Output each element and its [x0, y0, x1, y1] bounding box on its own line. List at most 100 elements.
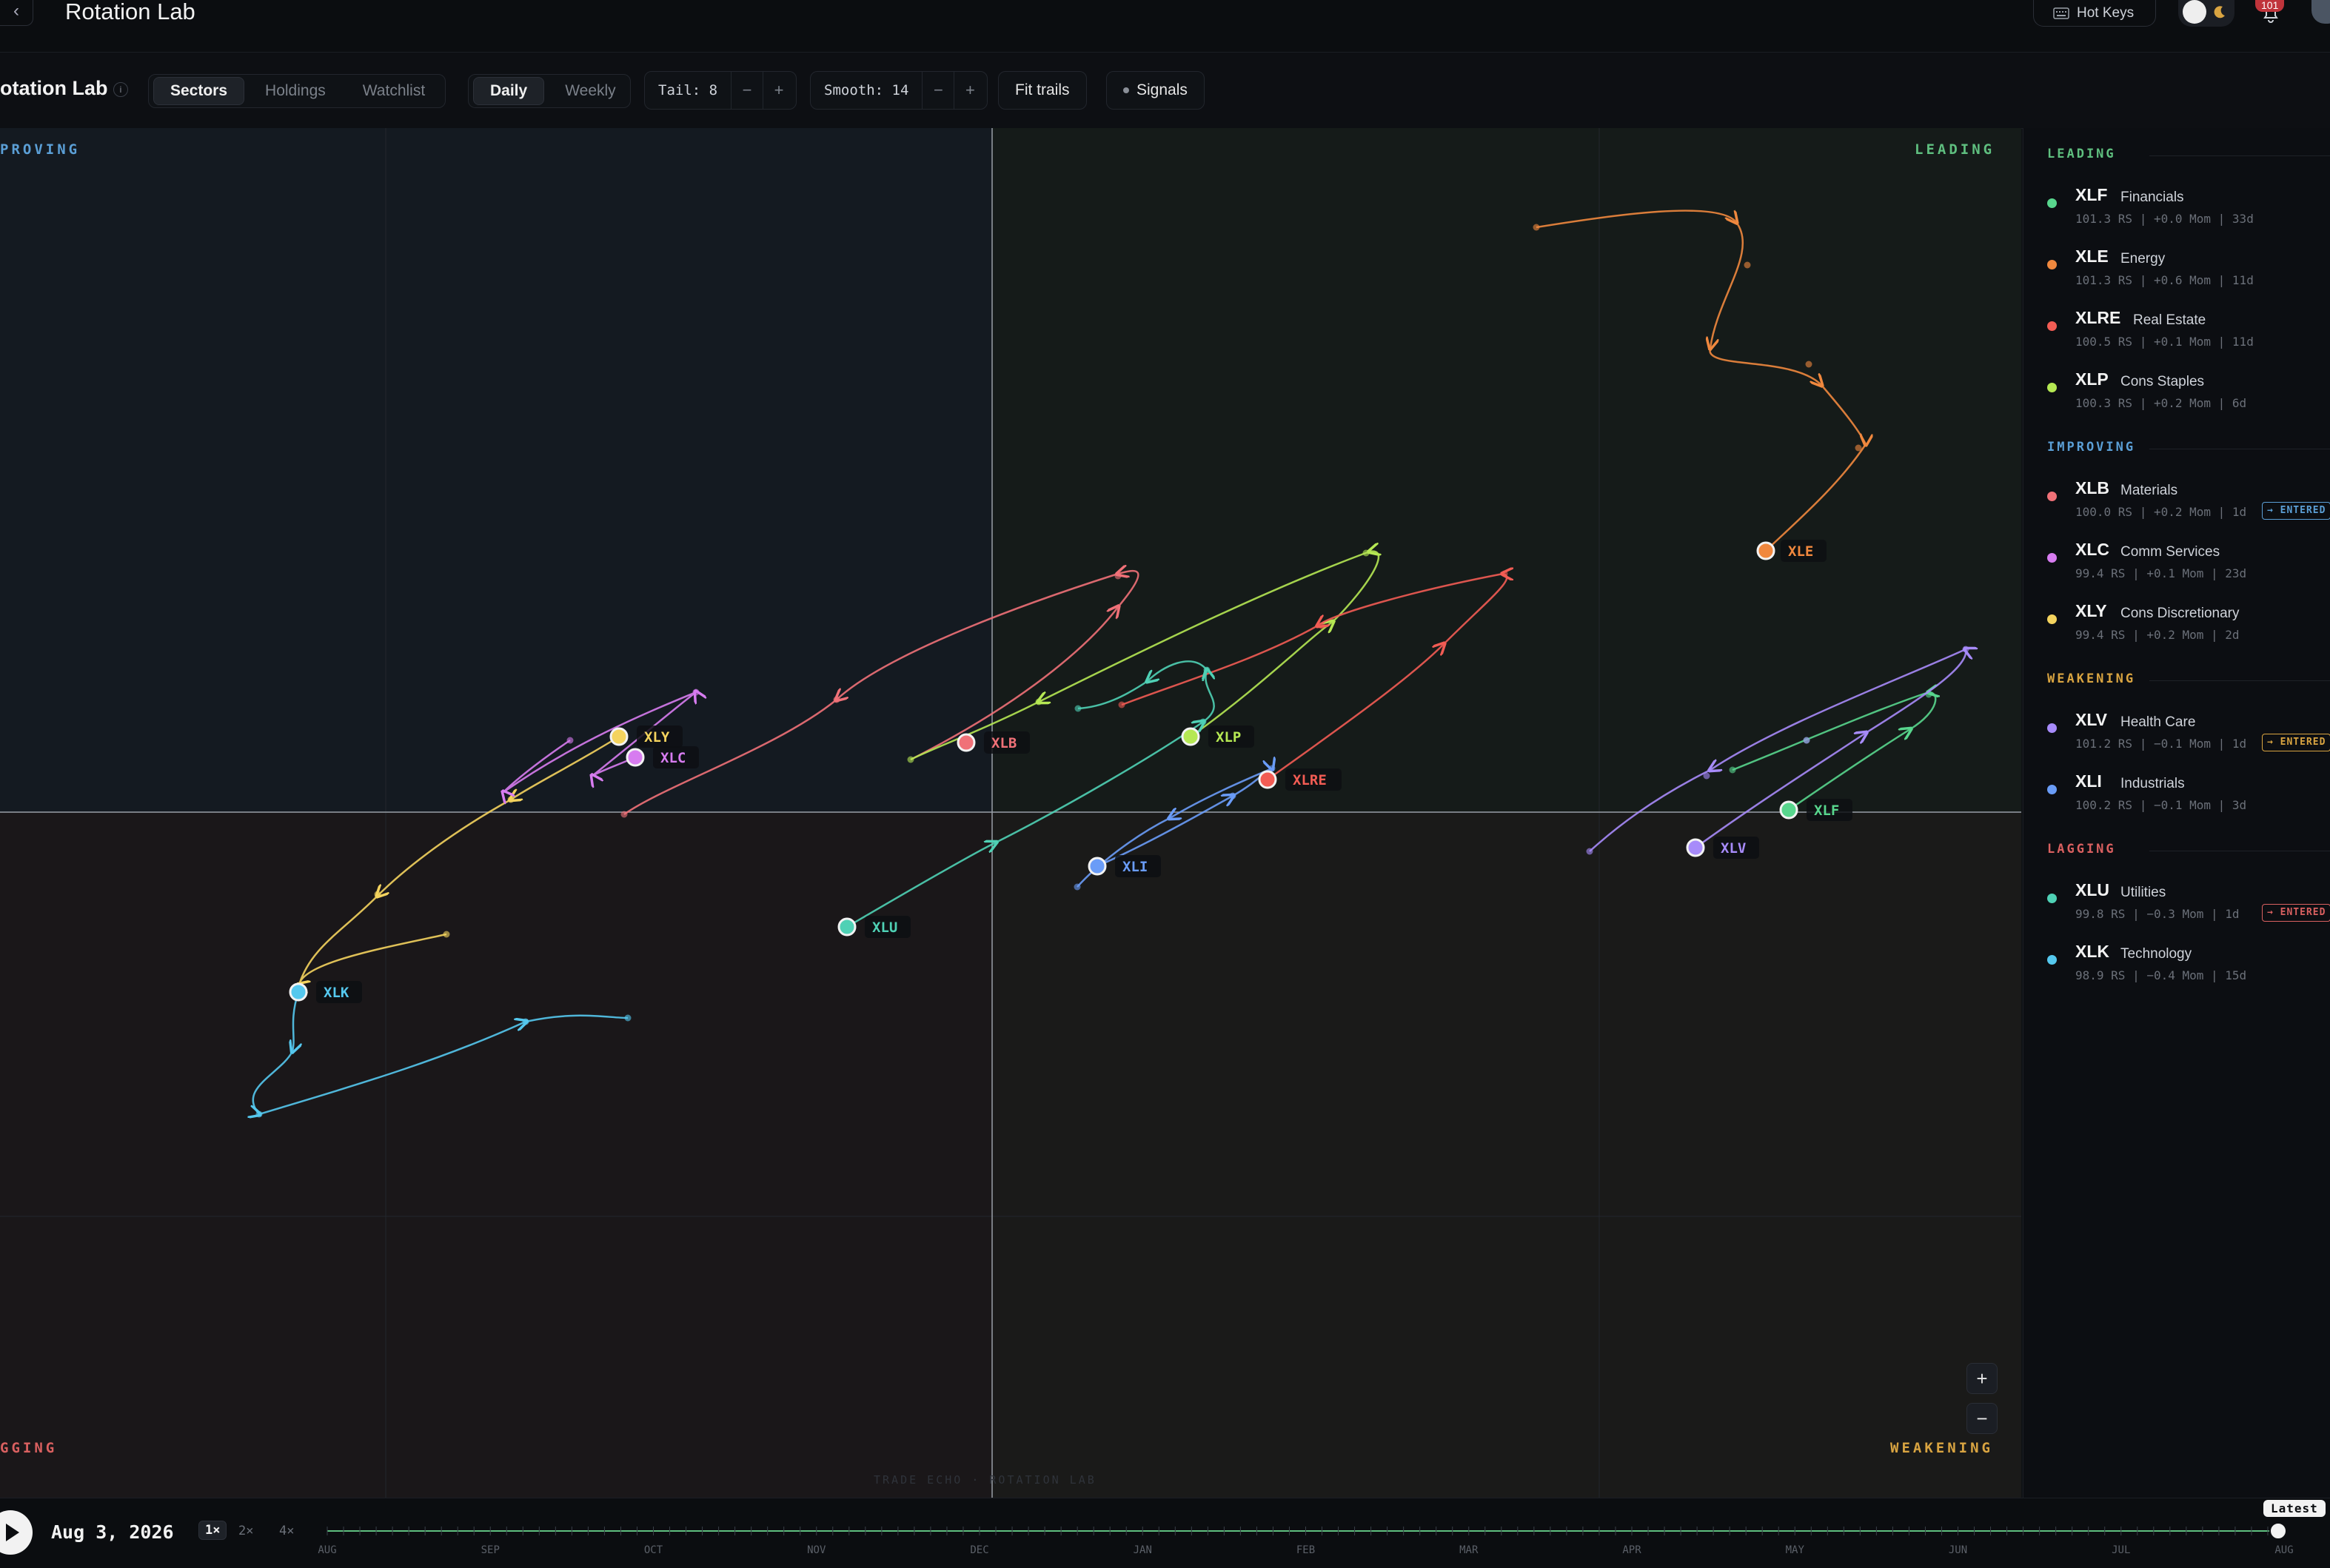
info-icon[interactable]: i [113, 82, 128, 97]
tab-holdings[interactable]: Holdings [249, 78, 342, 104]
trail-point [1501, 570, 1508, 577]
head-xli[interactable]: XLI [1088, 855, 1161, 877]
head-marker[interactable] [1756, 541, 1775, 560]
sector-row-xlre[interactable]: XLRE Real Estate 100.5 RS | +0.1 Mom | 11d [2047, 301, 2330, 352]
head-xlv[interactable]: XLV [1686, 837, 1759, 859]
timeline-handle[interactable] [2269, 1522, 2287, 1540]
sector-color-dot [2047, 955, 2057, 965]
sector-row-xlp[interactable]: XLP Cons Staples 100.3 RS | +0.2 Mom | 6d [2047, 362, 2330, 414]
interval-weekly[interactable]: Weekly [549, 78, 632, 104]
head-xly[interactable]: XLY [609, 726, 683, 748]
trail-point [507, 796, 515, 803]
smooth-increment-button[interactable]: + [954, 72, 985, 109]
head-marker[interactable] [1258, 770, 1277, 789]
sector-row-xlk[interactable]: XLK Technology 98.9 RS | −0.4 Mom | 15d [2047, 934, 2330, 986]
timeline-month-label: JUL [2112, 1544, 2130, 1556]
sector-row-xlf[interactable]: XLF Financials 101.3 RS | +0.0 Mom | 33d [2047, 178, 2330, 229]
head-marker[interactable] [1088, 857, 1107, 876]
entered-badge: → ENTERED [2262, 734, 2330, 751]
sector-color-dot [2047, 198, 2057, 208]
head-xlc[interactable]: XLC [626, 746, 699, 768]
head-marker[interactable] [289, 982, 308, 1002]
sector-row-xli[interactable]: XLI Industrials 100.2 RS | −0.1 Mom | 3d [2047, 764, 2330, 816]
sector-color-dot [2047, 614, 2057, 624]
head-marker[interactable] [957, 733, 976, 752]
sector-name: Utilities [2120, 885, 2166, 900]
head-xlf[interactable]: XLF [1779, 799, 1852, 821]
sector-row-xlc[interactable]: XLC Comm Services 99.4 RS | +0.1 Mom | 23d [2047, 532, 2330, 584]
interval-daily[interactable]: Daily [473, 77, 545, 105]
smooth-decrement-button[interactable]: − [922, 72, 954, 109]
timeline-month-label: MAY [1786, 1544, 1805, 1556]
timeline-month-label: MAR [1459, 1544, 1479, 1556]
head-xlre[interactable]: XLRE [1258, 768, 1342, 791]
head-xlp[interactable]: XLP [1181, 726, 1254, 748]
tab-sectors[interactable]: Sectors [153, 77, 245, 105]
tab-watchlist[interactable]: Watchlist [347, 78, 441, 104]
timeline-scrubber[interactable]: AUG SEP OCT NOV DEC JAN FEB MAR APR MAY JUN JUL AUG [0, 1498, 2330, 1568]
zoom-out-button[interactable]: − [1966, 1403, 1998, 1434]
app-title: Rotation Lab [65, 0, 195, 24]
sector-stats: 101.3 RS | +0.0 Mom | 33d [2075, 212, 2254, 226]
head-marker[interactable] [837, 917, 857, 937]
rrg-chart[interactable]: XLE XLB XLP XLRE XLY XLC XLU XLI XLK XLF XLV PROVI… [0, 128, 2021, 1498]
tail-increment-button[interactable]: + [763, 72, 794, 109]
head-xle[interactable]: XLE [1756, 540, 1827, 562]
tail-decrement-button[interactable]: − [731, 72, 763, 109]
trail-point [624, 1014, 632, 1022]
ticker-label: XLC [660, 750, 686, 766]
head-xlu[interactable]: XLU [837, 916, 911, 938]
trail-point [1118, 701, 1125, 708]
speed-1x-button[interactable]: 1× [198, 1521, 227, 1540]
back-chevron-icon[interactable]: ‹ [0, 0, 33, 26]
rrg-plot[interactable]: XLE XLB XLP XLRE XLY XLC XLU XLI XLK XLF XLV [0, 128, 2021, 1498]
ticker-label: XLF [1814, 803, 1839, 819]
head-xlb[interactable]: XLB [957, 731, 1030, 754]
sector-ticker: XLB [2075, 478, 2109, 497]
sector-ticker: XLV [2075, 710, 2108, 729]
sector-stats: 100.3 RS | +0.2 Mom | 6d [2075, 396, 2247, 410]
head-xlk[interactable]: XLK [289, 981, 362, 1003]
latest-badge[interactable]: Latest [2263, 1500, 2326, 1517]
trail-point [1229, 792, 1236, 800]
sector-row-xlb[interactable]: XLB Materials 100.0 RS | +0.2 Mom | 1d → EN… [2047, 471, 2330, 523]
hotkeys-button[interactable]: Hot Keys [2033, 0, 2156, 27]
entered-badge: → ENTERED [2262, 904, 2330, 922]
sector-row-xlu[interactable]: XLU Utilities 99.8 RS | −0.3 Mom | 1d → ENT… [2047, 873, 2330, 925]
speed-2x-button[interactable]: 2× [238, 1524, 253, 1538]
trail-point [522, 1018, 529, 1025]
sector-row-xlv[interactable]: XLV Health Care 101.2 RS | −0.1 Mom | 1d → … [2047, 703, 2330, 754]
sector-row-xly[interactable]: XLY Cons Discretionary 99.4 RS | +0.2 Mom … [2047, 594, 2330, 646]
ticker-label: XLP [1216, 729, 1241, 746]
ticker-label: XLRE [1293, 772, 1327, 788]
watermark: TRADE ECHO · ROTATION LAB [874, 1473, 1097, 1487]
head-marker[interactable] [626, 748, 645, 767]
sector-name: Technology [2120, 946, 2192, 962]
head-marker[interactable] [609, 727, 629, 746]
head-marker[interactable] [1779, 800, 1798, 820]
sector-stats: 101.3 RS | +0.6 Mom | 11d [2075, 273, 2254, 287]
head-marker[interactable] [1686, 838, 1705, 857]
head-marker[interactable] [1181, 727, 1200, 746]
timeline-bar: AUG SEP OCT NOV DEC JAN FEB MAR APR MAY JUN JUL AUG [0, 1498, 2330, 1568]
moon-icon [2214, 6, 2225, 19]
speed-4x-button[interactable]: 4× [279, 1524, 294, 1538]
trail-point [620, 811, 628, 818]
sector-name: Health Care [2120, 714, 2196, 730]
current-date: Aug 3, 2026 [51, 1521, 174, 1543]
ticker-label: XLI [1122, 859, 1148, 875]
interval-tabs: Daily Weekly [468, 74, 631, 108]
sector-stats: 99.8 RS | −0.3 Mom | 1d [2075, 907, 2240, 921]
group-header-weakening: WEAKENING [2047, 671, 2136, 686]
sector-row-xle[interactable]: XLE Energy 101.3 RS | +0.6 Mom | 11d [2047, 239, 2330, 291]
smooth-label: Smooth: 14 [824, 82, 909, 98]
ticker-label: XLB [991, 735, 1017, 751]
trail-point [1803, 737, 1810, 744]
signals-toggle[interactable]: Signals [1106, 71, 1205, 110]
fit-trails-button[interactable]: Fit trails [998, 71, 1087, 110]
timeline-month-label: AUG [318, 1544, 336, 1556]
zoom-in-button[interactable]: + [1966, 1363, 1998, 1394]
timeline-month-label: APR [1622, 1544, 1641, 1556]
theme-toggle[interactable] [2178, 0, 2234, 27]
top-bar [0, 0, 2330, 53]
